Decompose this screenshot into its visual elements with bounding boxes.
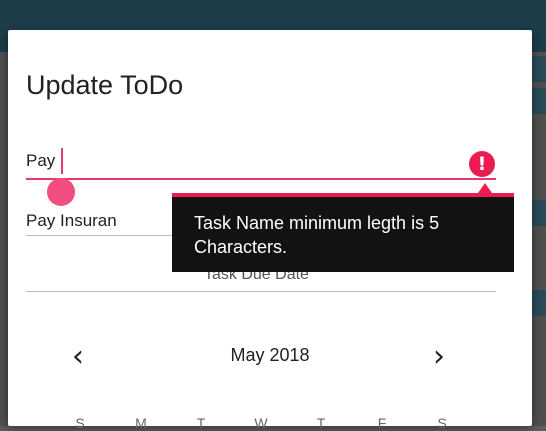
due-date-underline xyxy=(26,291,496,292)
error-tooltip-line2: Characters. xyxy=(194,237,288,257)
weekday-wednesday: W xyxy=(254,415,268,431)
text-selection-handle[interactable] xyxy=(47,178,75,206)
text-cursor xyxy=(61,148,63,174)
error-tooltip: Task Name minimum legth is 5 Characters. xyxy=(172,197,514,272)
update-todo-dialog: Update ToDo Pay ! Pay Insuran Task Due D… xyxy=(8,30,532,431)
task-description-input[interactable]: Pay Insuran xyxy=(26,211,117,231)
weekday-sunday: S xyxy=(75,415,85,431)
weekday-monday: M xyxy=(135,415,147,431)
weekday-friday: F xyxy=(377,415,387,431)
task-name-underline xyxy=(26,178,496,180)
exclamation-icon[interactable]: ! xyxy=(469,151,495,177)
calendar-month-label: May 2018 xyxy=(230,345,310,365)
dialog-title: Update ToDo xyxy=(26,70,184,100)
error-tooltip-line1: Task Name minimum legth is 5 xyxy=(194,213,440,233)
weekday-tuesday: T xyxy=(196,415,206,431)
chevron-right-icon[interactable]: › xyxy=(433,339,445,374)
weekday-thursday: T xyxy=(316,415,326,431)
tooltip-arrow xyxy=(478,183,492,193)
task-name-input[interactable]: Pay xyxy=(26,151,55,171)
weekday-saturday: S xyxy=(437,415,447,431)
